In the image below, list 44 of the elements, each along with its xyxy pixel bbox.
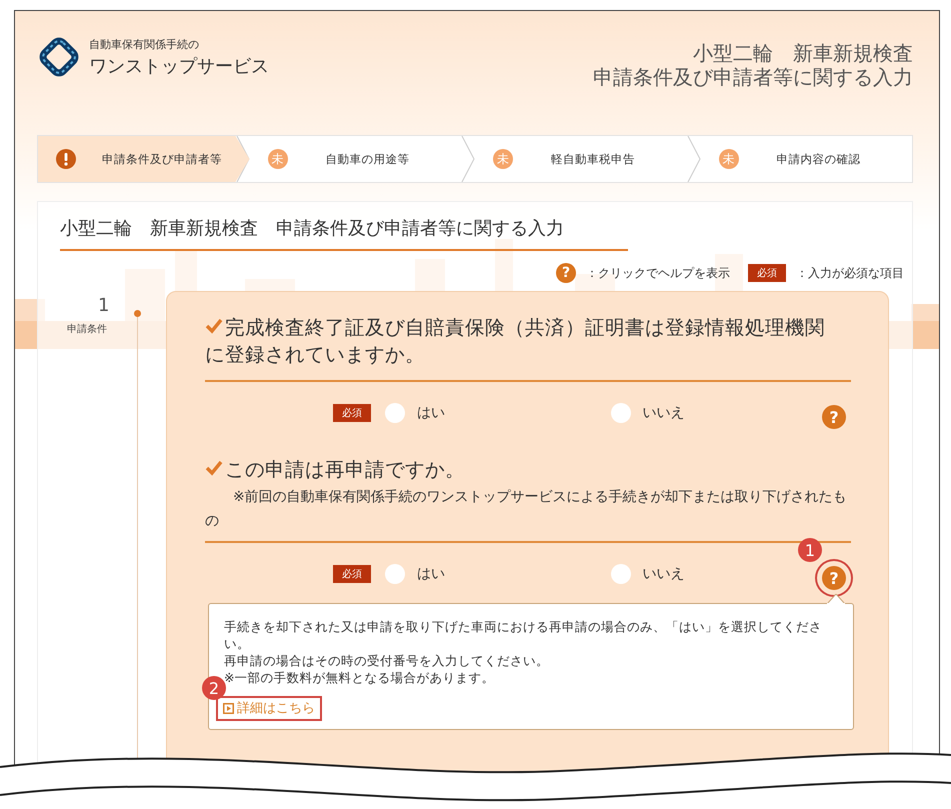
required-badge: 必須 — [333, 404, 371, 422]
timeline-dot — [134, 310, 141, 317]
radio-button[interactable] — [610, 403, 630, 423]
check-icon — [205, 460, 223, 476]
radio-button[interactable] — [385, 403, 405, 423]
step-label: 自動車の用途等 — [324, 152, 410, 166]
logo-icon — [37, 35, 81, 79]
legend-text: ：クリックでヘルプを表示 — [586, 264, 730, 282]
radio-button[interactable] — [385, 564, 405, 584]
required-badge: 必須 — [333, 565, 371, 583]
help-text: 再申請の場合はその時の受付番号を入力してください。 — [224, 652, 550, 669]
progress-step[interactable]: 未 軽自動車税申告 — [475, 136, 686, 182]
question-title: 完成検査終了証及び自賠責保険（共済）証明書は登録情報処理機関に登録されていますか。 — [205, 315, 826, 368]
play-icon — [223, 703, 234, 714]
status-badge: 未 — [718, 149, 738, 169]
radio-option[interactable]: いいえ — [610, 564, 822, 584]
radio-button[interactable] — [610, 564, 630, 584]
callout-number: 2 — [202, 676, 226, 700]
status-badge: 未 — [268, 149, 288, 169]
check-icon — [205, 318, 223, 334]
logo-caption: 自動車保有関係手続の — [89, 36, 200, 52]
help-icon: ? — [556, 263, 576, 283]
progress-step[interactable]: 未 自動車の用途等 — [250, 136, 461, 182]
legend-text: ：入力が必須な項目 — [796, 264, 904, 282]
radio-option[interactable]: はい — [385, 564, 596, 584]
radio-option[interactable]: いいえ — [610, 403, 822, 423]
step-label: 申請内容の確認 — [775, 152, 862, 166]
step-label: 申請条件及び申請者等 — [102, 152, 223, 166]
logo-title: ワンストップサービス — [89, 54, 269, 78]
help-text: ※一部の手数料が無料となる場合があります。 — [224, 669, 496, 686]
page-title: 申請条件及び申請者等に関する入力 — [593, 65, 913, 89]
warning-icon — [56, 149, 76, 169]
step-label: 軽自動車税申告 — [550, 152, 636, 166]
radio-option[interactable]: はい — [385, 403, 596, 423]
progress-step[interactable]: 申請条件及び申請者等 — [38, 136, 250, 182]
step-name: 申請条件 — [67, 322, 108, 336]
status-badge: 未 — [493, 149, 513, 169]
required-badge: 必須 — [748, 264, 786, 282]
step-number: 1 — [98, 295, 110, 316]
callout-number: 1 — [798, 538, 822, 562]
help-text: 手続きを却下された又は申請を取り下げた車両における再申請の場合のみ、「はい」を選択してください。 — [224, 618, 823, 652]
section-title: 小型二輪 新車新規検査 申請条件及び申請者等に関する入力 — [60, 216, 628, 251]
page-title: 小型二輪 新車新規検査 — [692, 41, 913, 65]
progress-step[interactable]: 未 申請内容の確認 — [700, 136, 912, 182]
